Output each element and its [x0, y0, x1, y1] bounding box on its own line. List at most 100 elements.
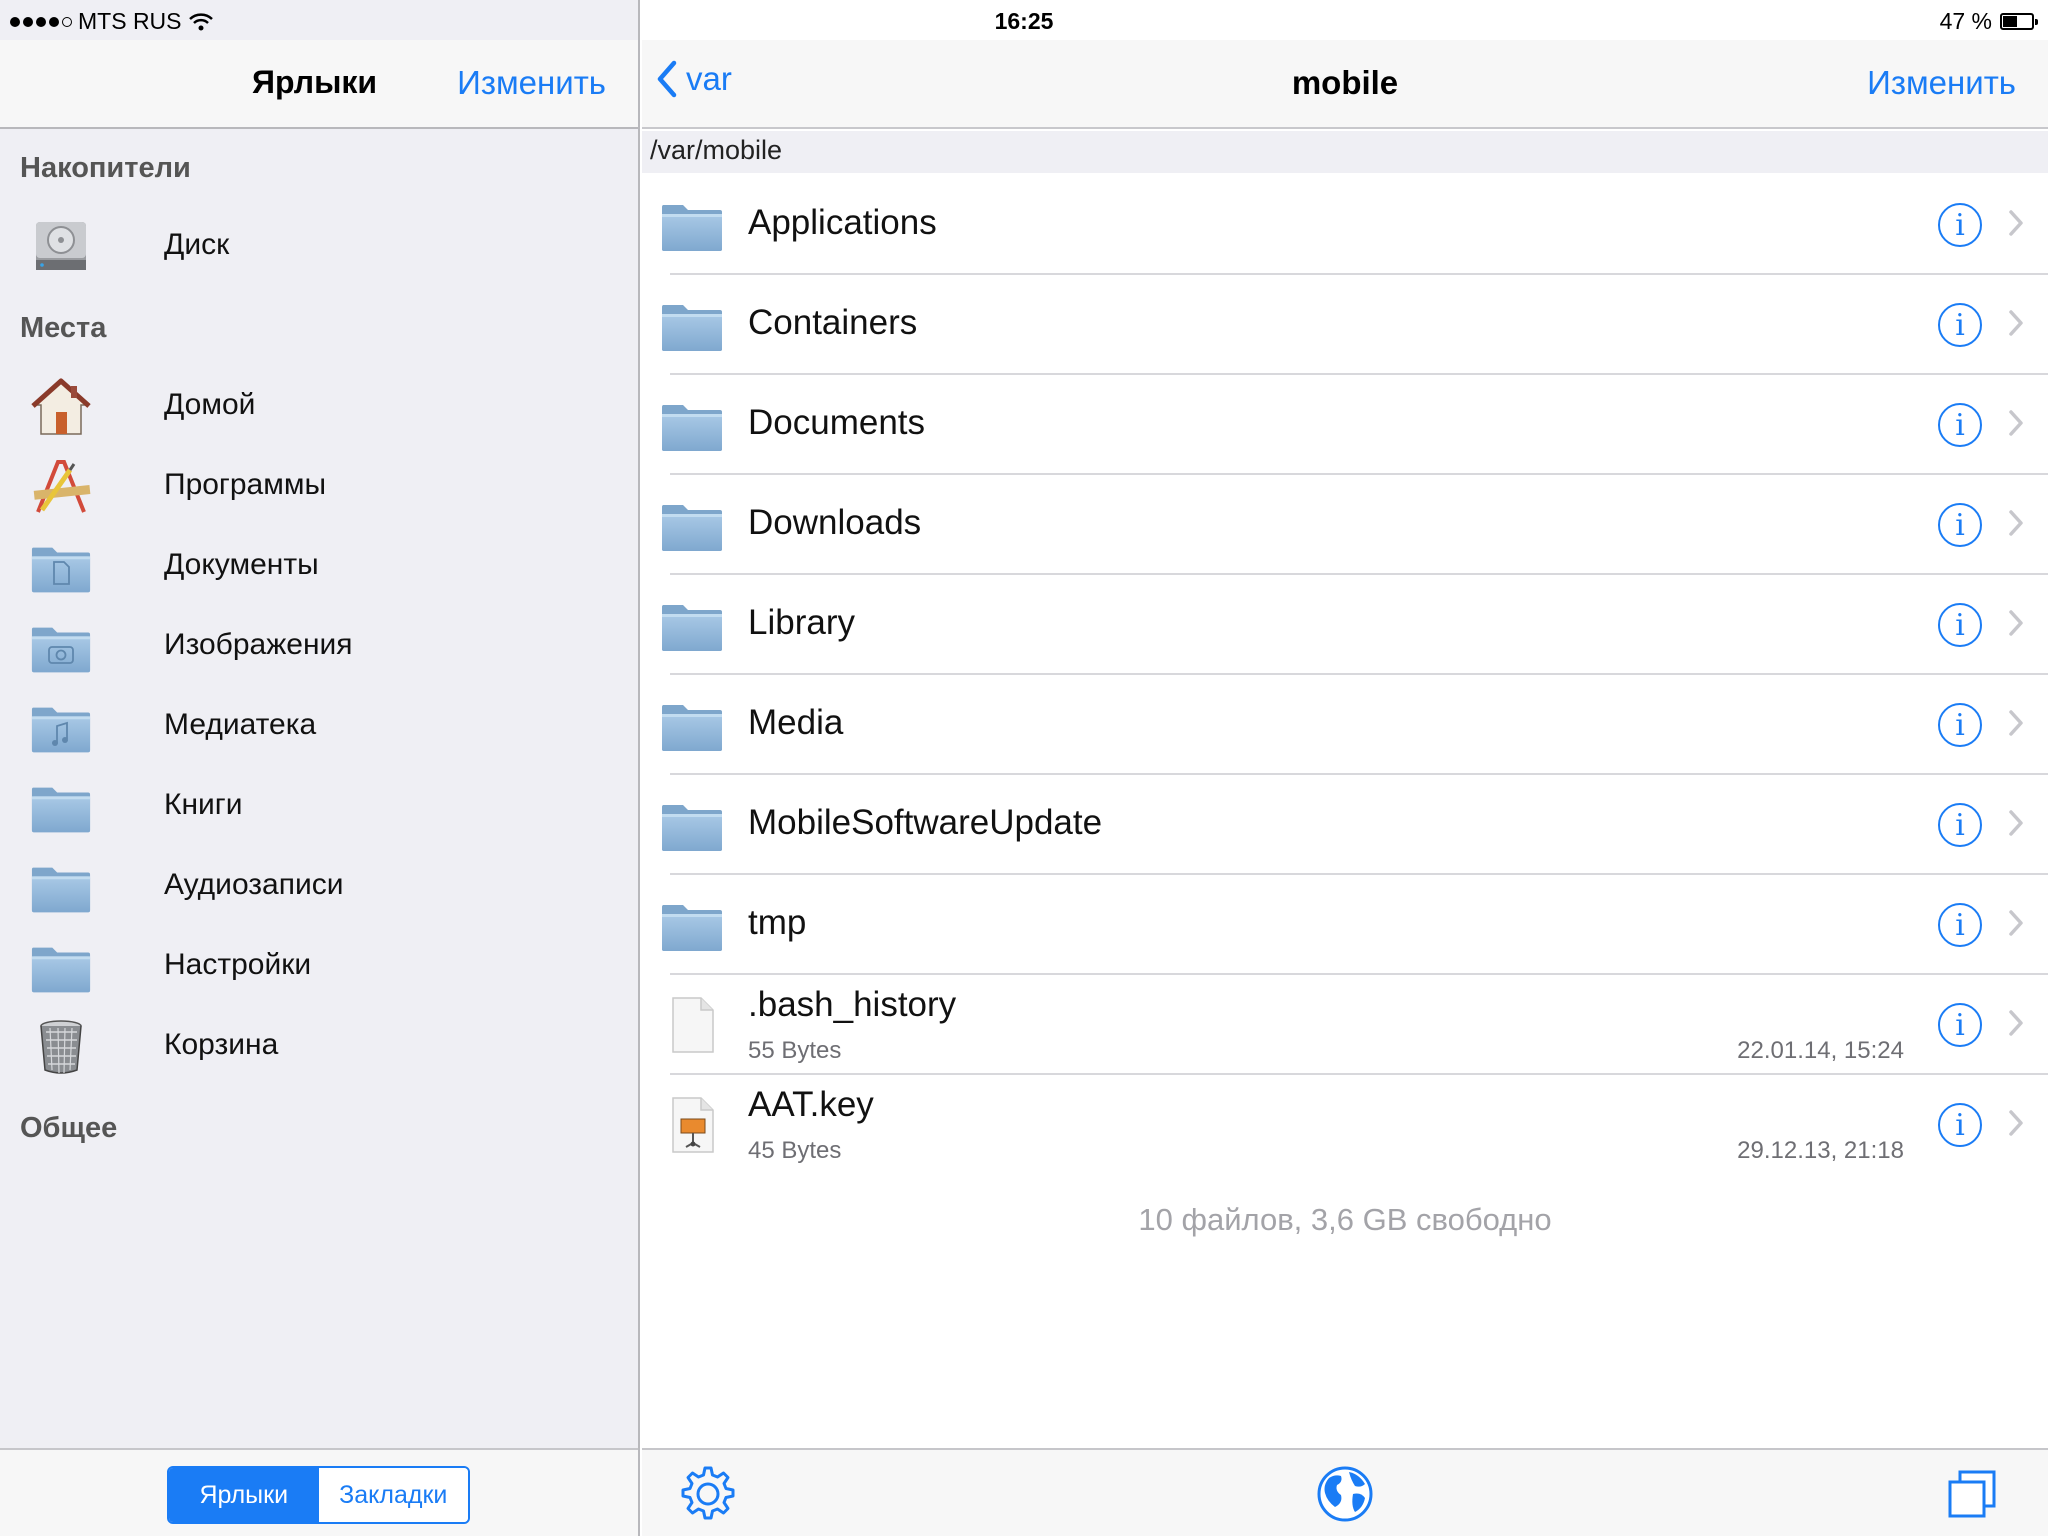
shortcuts-sidebar: Ярлыки Изменить Накопители Диск Места До… [0, 0, 640, 1536]
sidebar-item-music[interactable]: Медиатека [0, 688, 638, 768]
sidebar-item-label: Изображения [164, 628, 353, 661]
browser-edit-button[interactable]: Изменить [1867, 64, 2016, 102]
item-name: Downloads [748, 503, 922, 542]
item-name: Containers [748, 303, 918, 342]
sidebar-navbar: Ярлыки Изменить [0, 40, 638, 129]
path-bar: /var/mobile [642, 131, 2048, 173]
item-name: Media [748, 703, 844, 742]
chevron-right-icon [2008, 709, 2024, 737]
windows-icon[interactable] [1942, 1464, 2002, 1524]
file-date: 29.12.13, 21:18 [1737, 1137, 1904, 1164]
item-name: tmp [748, 903, 807, 942]
sidebar-item-label: Домой [164, 388, 256, 421]
globe-icon[interactable] [1315, 1464, 1375, 1524]
sidebar-item-books[interactable]: Книги [0, 768, 638, 848]
status-bar: MTS RUS 16:25 47 % [0, 0, 2048, 40]
list-item-folder[interactable]: MobileSoftwareUpdate i [642, 775, 2048, 875]
applications-icon [33, 460, 91, 513]
file-date: 22.01.14, 15:24 [1737, 1037, 1904, 1064]
info-icon[interactable]: i [1938, 403, 1982, 447]
sidebar-item-home[interactable]: Домой [0, 368, 638, 448]
sidebar-item-label: Программы [164, 468, 327, 501]
sidebar-edit-button[interactable]: Изменить [457, 64, 606, 102]
gear-icon[interactable] [678, 1464, 738, 1524]
info-icon[interactable]: i [1938, 1103, 1982, 1147]
item-name: MobileSoftwareUpdate [748, 803, 1103, 842]
browser-navbar: var mobile Изменить [642, 40, 2048, 129]
section-header-places: Места [20, 312, 107, 344]
chevron-right-icon [2008, 309, 2024, 337]
folder-icon [660, 797, 724, 853]
sidebar-item-applications[interactable]: Программы [0, 448, 638, 528]
sidebar-item-label: Корзина [164, 1028, 279, 1061]
storage-summary: 10 файлов, 3,6 GB свободно [1138, 1202, 1552, 1237]
sidebar-item-settings[interactable]: Настройки [0, 928, 638, 1008]
info-icon[interactable]: i [1938, 903, 1982, 947]
chevron-right-icon [2008, 909, 2024, 937]
info-icon[interactable]: i [1938, 503, 1982, 547]
list-item-file[interactable]: AAT.key 45 Bytes 29.12.13, 21:18 i [642, 1075, 2048, 1175]
battery-percent: 47 % [1939, 8, 1992, 34]
list-item-folder[interactable]: Containers i [642, 275, 2048, 375]
trash-icon [40, 1020, 82, 1074]
folder-icon [31, 947, 91, 993]
sidebar-item-label: Документы [164, 548, 319, 581]
list-item-file[interactable]: .bash_history 55 Bytes 22.01.14, 15:24 i [642, 975, 2048, 1075]
browser-toolbar [642, 1448, 2048, 1536]
folder-icon [31, 867, 91, 913]
list-item-folder[interactable]: Documents i [642, 375, 2048, 475]
folder-icon [660, 397, 724, 453]
list-item-folder[interactable]: Library i [642, 575, 2048, 675]
chevron-right-icon [2008, 609, 2024, 637]
folder-icon [660, 197, 724, 253]
music-folder-icon [31, 707, 91, 753]
info-icon[interactable]: i [1938, 603, 1982, 647]
status-right: 47 % [1939, 8, 2038, 35]
sidebar-title: Ярлыки [252, 64, 378, 100]
sidebar-item-trash[interactable]: Корзина [0, 1008, 638, 1088]
info-icon[interactable]: i [1938, 303, 1982, 347]
list-item-folder[interactable]: Media i [642, 675, 2048, 775]
battery-icon [2000, 13, 2038, 30]
sidebar-item-label: Книги [164, 788, 243, 821]
pictures-folder-icon [31, 627, 91, 673]
sidebar-item-label: Аудиозаписи [164, 868, 344, 901]
chevron-left-icon [657, 60, 677, 98]
sidebar-item-label: Диск [164, 228, 230, 261]
back-button[interactable]: var [656, 60, 732, 98]
item-name: Applications [748, 203, 937, 242]
chevron-right-icon [2008, 809, 2024, 837]
chevron-right-icon [2008, 1109, 2024, 1137]
list-item-folder[interactable]: Applications i [642, 175, 2048, 275]
item-name: Documents [748, 403, 926, 442]
sidebar-item-documents[interactable]: Документы [0, 528, 638, 608]
info-icon[interactable]: i [1938, 203, 1982, 247]
documents-folder-icon [31, 547, 91, 593]
info-icon[interactable]: i [1938, 803, 1982, 847]
sidebar-item-label: Настройки [164, 948, 312, 981]
info-icon[interactable]: i [1938, 1003, 1982, 1047]
sidebar-item-disk[interactable]: Диск [0, 208, 638, 288]
chevron-right-icon [2008, 209, 2024, 237]
file-size: 55 Bytes [748, 1037, 842, 1064]
home-icon [31, 378, 91, 435]
info-icon[interactable]: i [1938, 703, 1982, 747]
segment-bookmarks[interactable]: Закладки [318, 1468, 468, 1522]
segment-shortcuts[interactable]: Ярлыки [169, 1468, 319, 1522]
folder-icon [660, 897, 724, 953]
text-file-icon [672, 997, 714, 1053]
chevron-right-icon [2008, 1009, 2024, 1037]
status-time: 16:25 [994, 8, 1054, 34]
chevron-right-icon [2008, 509, 2024, 537]
list-item-folder[interactable]: Downloads i [642, 475, 2048, 575]
section-header-general: Общее [20, 1112, 118, 1144]
sidebar-item-label: Медиатека [164, 708, 317, 741]
list-item-folder[interactable]: tmp i [642, 875, 2048, 975]
folder-icon [660, 297, 724, 353]
folder-icon [660, 597, 724, 653]
sidebar-bottom-bar: Ярлыки Закладки [0, 1448, 638, 1536]
sidebar-item-pictures[interactable]: Изображения [0, 608, 638, 688]
sidebar-item-audio[interactable]: Аудиозаписи [0, 848, 638, 928]
back-button-label: var [686, 60, 732, 97]
browser-title: mobile [1291, 64, 1399, 101]
